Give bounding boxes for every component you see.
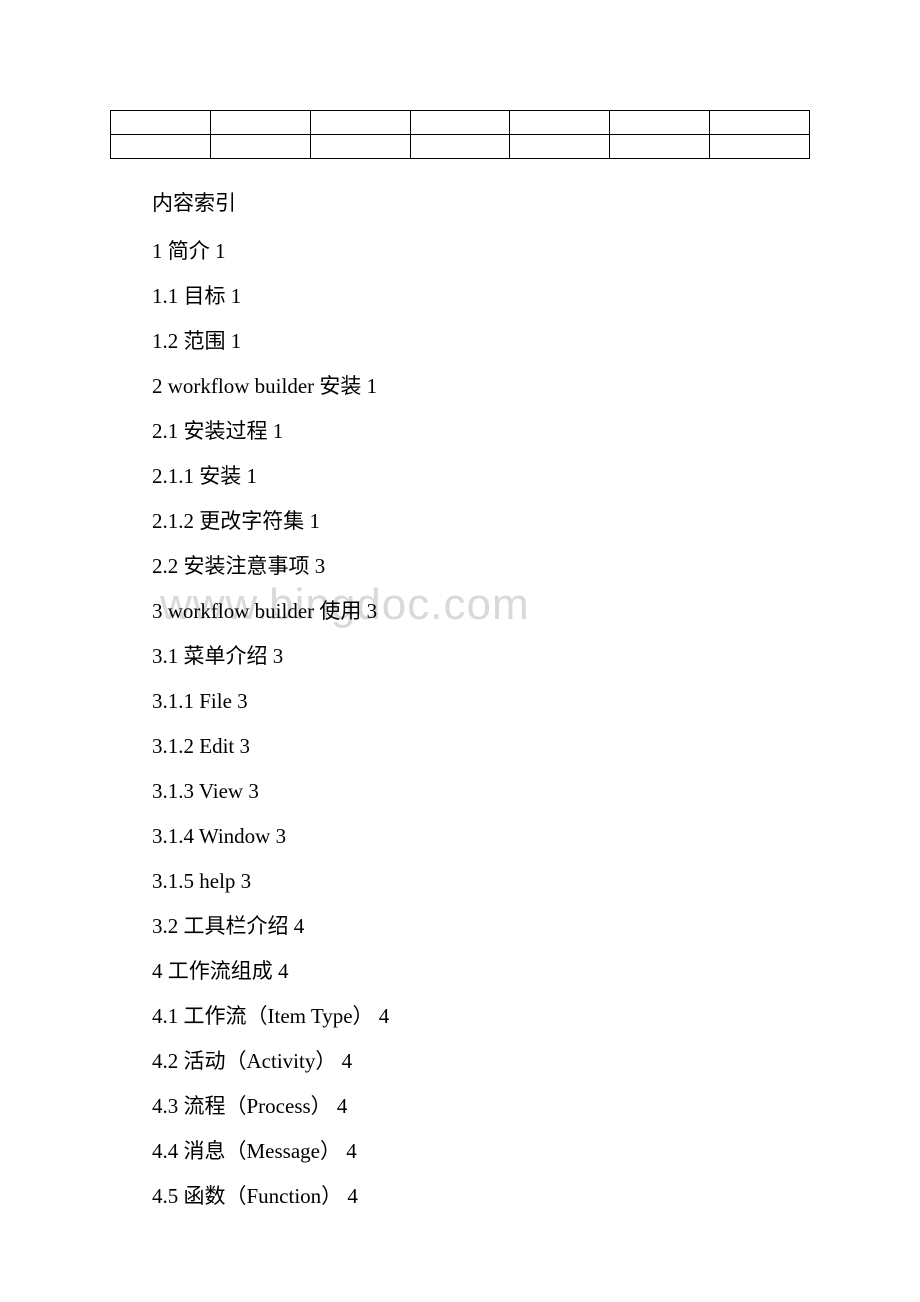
toc-entry: 3.1 菜单介绍 3 (152, 646, 810, 667)
table-row (111, 111, 810, 135)
toc-entry: 1.2 范围 1 (152, 331, 810, 352)
toc-entry: 3.1.2 Edit 3 (152, 736, 810, 757)
toc-entry: 4 工作流组成 4 (152, 961, 810, 982)
empty-table (110, 110, 810, 159)
toc-entry: 4.5 函数（Function） 4 (152, 1186, 810, 1207)
toc-entry: 3.1.1 File 3 (152, 691, 810, 712)
toc-entry: 1 简介 1 (152, 241, 810, 262)
toc-entry: 3.1.5 help 3 (152, 871, 810, 892)
toc-entry: 1.1 目标 1 (152, 286, 810, 307)
toc-entry: 4.2 活动（Activity） 4 (152, 1051, 810, 1072)
table-row (111, 135, 810, 159)
toc-entry: 3.1.3 View 3 (152, 781, 810, 802)
toc-entry: 4.3 流程（Process） 4 (152, 1096, 810, 1117)
toc-entry: 2.1.1 安装 1 (152, 466, 810, 487)
toc-entry: 3.1.4 Window 3 (152, 826, 810, 847)
toc-entry: 2.1 安装过程 1 (152, 421, 810, 442)
toc-entry: 4.4 消息（Message） 4 (152, 1141, 810, 1162)
toc-entry: 2.1.2 更改字符集 1 (152, 511, 810, 532)
toc-entry: 3 workflow builder 使用 3 (152, 601, 810, 622)
toc-entry: 4.1 工作流（Item Type） 4 (152, 1006, 810, 1027)
toc-title: 内容索引 (152, 187, 810, 217)
toc-entry: 3.2 工具栏介绍 4 (152, 916, 810, 937)
toc-container: 内容索引 1 简介 1 1.1 目标 1 1.2 范围 1 2 workflow… (110, 187, 810, 1207)
toc-entry: 2.2 安装注意事项 3 (152, 556, 810, 577)
toc-entry: 2 workflow builder 安装 1 (152, 376, 810, 397)
